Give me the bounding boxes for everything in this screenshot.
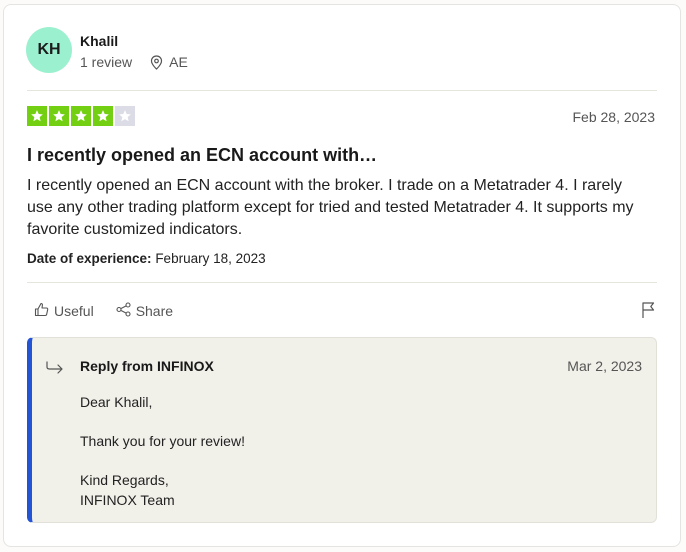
review-count: 1 review bbox=[80, 54, 133, 70]
flag-icon bbox=[641, 302, 655, 323]
star-empty-icon bbox=[115, 106, 135, 126]
review-card: KH Khalil 1 review AE Feb 28, 2023 I rec… bbox=[3, 4, 681, 547]
reviewer-meta: 1 review AE bbox=[80, 54, 188, 70]
reply-team: INFINOX Team bbox=[80, 492, 175, 508]
thumbs-up-icon bbox=[34, 302, 49, 320]
review-title[interactable]: I recently opened an ECN account with… bbox=[27, 145, 377, 166]
share-button[interactable]: Share bbox=[116, 302, 173, 320]
star-filled-icon bbox=[71, 106, 91, 126]
divider bbox=[27, 282, 657, 283]
star-filled-icon bbox=[27, 106, 47, 126]
date-of-experience: Date of experience: February 18, 2023 bbox=[27, 251, 266, 266]
location-pin-icon bbox=[150, 54, 163, 70]
star-filled-icon bbox=[93, 106, 113, 126]
divider bbox=[27, 90, 657, 91]
reply-thanks: Thank you for your review! bbox=[80, 433, 245, 449]
review-actions: Useful Share bbox=[34, 302, 173, 320]
share-icon bbox=[116, 302, 131, 320]
reply-greeting: Dear Khalil, bbox=[80, 394, 153, 410]
experience-date: February 18, 2023 bbox=[155, 251, 266, 266]
useful-label: Useful bbox=[54, 303, 94, 319]
avatar-initials: KH bbox=[37, 41, 61, 58]
reply-arrow-icon bbox=[46, 360, 64, 379]
review-body: I recently opened an ECN account with th… bbox=[27, 177, 634, 238]
share-label: Share bbox=[135, 303, 174, 319]
star-filled-icon bbox=[49, 106, 69, 126]
reviewer-name[interactable]: Khalil bbox=[80, 33, 118, 49]
reviewer-country: AE bbox=[169, 54, 188, 70]
experience-label: Date of experience: bbox=[27, 251, 152, 266]
star-rating bbox=[27, 106, 135, 126]
useful-button[interactable]: Useful bbox=[34, 302, 94, 320]
report-flag-button[interactable] bbox=[641, 301, 655, 324]
reply-date: Mar 2, 2023 bbox=[567, 358, 642, 374]
review-date: Feb 28, 2023 bbox=[572, 109, 655, 125]
reply-signoff: Kind Regards, bbox=[80, 472, 169, 488]
company-reply: Reply from INFINOX Mar 2, 2023 Dear Khal… bbox=[27, 337, 657, 523]
avatar[interactable]: KH bbox=[26, 27, 72, 73]
reply-title: Reply from INFINOX bbox=[80, 358, 214, 374]
